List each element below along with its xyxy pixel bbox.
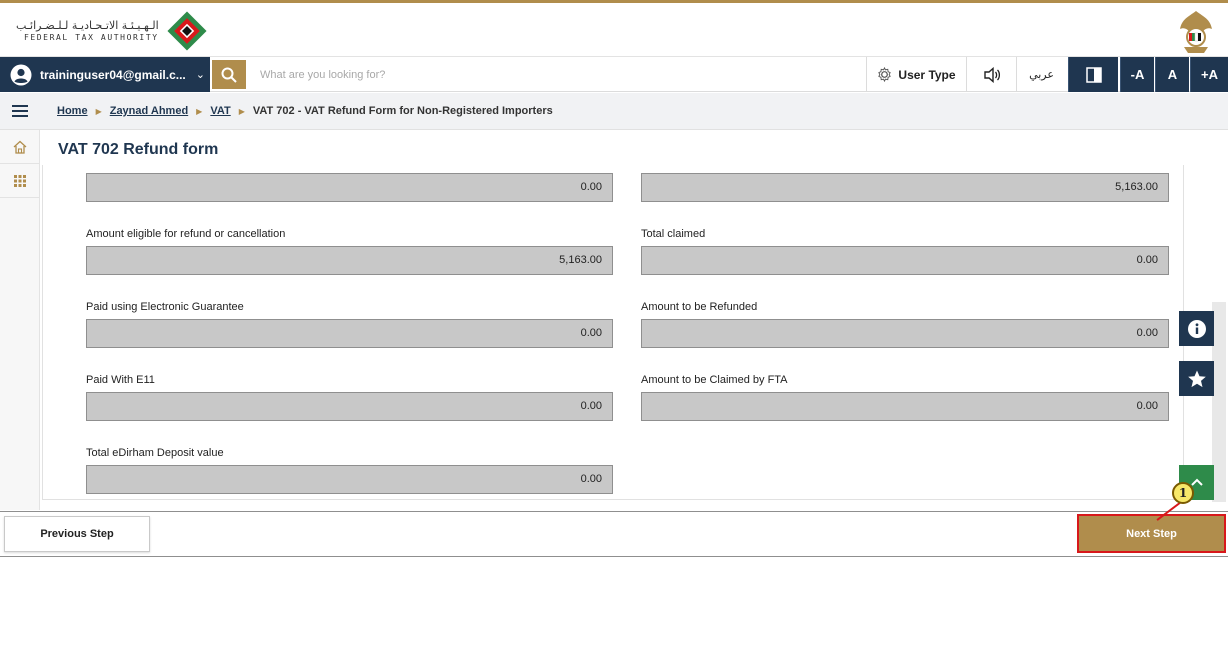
electronic-guarantee-field[interactable]: 0.00 [86,319,613,348]
edirham-deposit-label: Total eDirham Deposit value [86,447,224,459]
top-left-amount-field[interactable]: 0.00 [86,173,613,202]
amount-refunded-field[interactable]: 0.00 [641,319,1169,348]
breadcrumb: Home ▶ Zaynad Ahmed ▶ VAT ▶ VAT 702 - VA… [57,105,553,117]
contrast-toggle-button[interactable] [1068,57,1118,92]
top-right-amount-field[interactable]: 5,163.00 [641,173,1169,202]
breadcrumb-arrow-icon: ▶ [95,106,102,116]
user-menu[interactable]: traininguser04@gmail.c... ⌄ [0,57,210,92]
search-input[interactable] [252,61,852,88]
speaker-icon [983,66,1000,83]
next-step-button[interactable]: Next Step [1077,514,1226,553]
previous-step-button[interactable]: Previous Step [4,516,150,552]
font-increase-button[interactable]: +A [1190,57,1228,92]
breadcrumb-vat[interactable]: VAT [210,105,230,117]
menu-toggle-button[interactable] [0,104,40,118]
chevron-down-icon: ⌄ [195,69,205,81]
gear-icon [878,67,892,82]
left-sidebar [0,130,40,510]
star-icon [1187,370,1206,387]
font-decrease-button[interactable]: -A [1120,57,1154,92]
font-normal-button[interactable]: A [1155,57,1189,92]
home-icon [13,140,27,154]
sidebar-home-button[interactable] [0,130,40,164]
hamburger-menu-icon [12,105,28,117]
breadcrumb-arrow-icon: ▶ [196,106,203,116]
fta-logo-mark-icon [167,11,207,51]
electronic-guarantee-label: Paid using Electronic Guarantee [86,301,244,313]
main-navbar: traininguser04@gmail.c... ⌄ User Type عر… [0,57,1228,92]
user-type-label: User Type [898,67,956,82]
info-icon [1187,319,1206,338]
sidebar-apps-button[interactable] [0,164,40,198]
paid-with-e11-field[interactable]: 0.00 [86,392,613,421]
eligible-refund-label: Amount eligible for refund or cancellati… [86,228,286,240]
paid-with-e11-label: Paid With E11 [86,374,155,386]
step-navigation-bar: Previous Step Next Step [0,511,1228,557]
page-title: VAT 702 Refund form [58,141,219,158]
annotation-step-badge: 1 [1172,482,1194,504]
top-header: الـهـيـئـة الاتـحـاديـة لـلـضـرائـب FEDE… [0,0,1228,57]
info-button[interactable] [1179,311,1214,346]
text-to-speech-button[interactable] [966,57,1016,92]
uae-emblem-icon [1180,11,1212,53]
user-avatar-icon [10,64,32,85]
logo-arabic-text: الـهـيـئـة الاتـحـاديـة لـلـضـرائـب [16,19,159,32]
breadcrumb-bar: Home ▶ Zaynad Ahmed ▶ VAT ▶ VAT 702 - VA… [0,93,1228,130]
scrollbar[interactable] [1212,302,1226,502]
favorite-button[interactable] [1179,361,1214,396]
user-email: traininguser04@gmail.c... [40,67,186,82]
breadcrumb-home[interactable]: Home [57,105,88,117]
eligible-refund-field[interactable]: 5,163.00 [86,246,613,275]
breadcrumb-arrow-icon: ▶ [238,106,245,116]
logo-english-text: FEDERAL TAX AUTHORITY [23,33,159,42]
search-icon [221,67,237,83]
total-claimed-label: Total claimed [641,228,706,240]
fta-logo[interactable]: الـهـيـئـة الاتـحـاديـة لـلـضـرائـب FEDE… [16,9,209,53]
breadcrumb-current: VAT 702 - VAT Refund Form for Non-Regist… [252,105,553,117]
amount-refunded-label: Amount to be Refunded [641,301,758,313]
edirham-deposit-field[interactable]: 0.00 [86,465,613,494]
language-toggle[interactable]: عربي [1016,57,1066,92]
claimed-by-fta-label: Amount to be Claimed by FTA [641,374,788,386]
contrast-icon [1085,66,1102,83]
user-type-button[interactable]: User Type [866,57,966,92]
claimed-by-fta-field[interactable]: 0.00 [641,392,1169,421]
breadcrumb-taxpayer[interactable]: Zaynad Ahmed [110,105,188,117]
grid-icon [14,174,26,187]
search-button[interactable] [212,60,246,89]
total-claimed-field[interactable]: 0.00 [641,246,1169,275]
